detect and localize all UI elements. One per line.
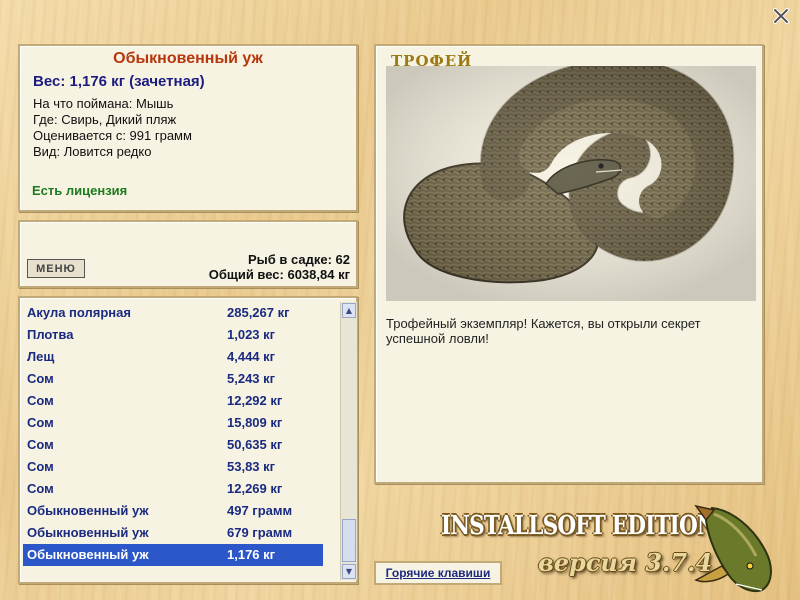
list-item[interactable]: Сом 12,292 кг — [23, 390, 323, 412]
catch-name: Сом — [27, 393, 54, 408]
catch-name: Обыкновенный уж — [27, 547, 149, 562]
catch-weight: 1,176 кг — [227, 547, 276, 562]
hotkeys-button[interactable]: Горячие клавиши — [374, 561, 502, 585]
list-item[interactable]: Сом 5,243 кг — [23, 368, 323, 390]
catch-weight: 53,83 кг — [227, 459, 276, 474]
catch-name: Плотва — [27, 327, 74, 342]
catch-name: Сом — [27, 459, 54, 474]
catch-name: Акула полярная — [27, 305, 131, 320]
keepnet-stats-panel: МЕНЮ Рыб в садке: 62 Общий вес: 6038,84 … — [18, 220, 358, 288]
snake-trophy-image — [386, 66, 756, 301]
list-item[interactable]: Сом 50,635 кг — [23, 434, 323, 456]
list-scrollbar[interactable]: ▲ ▼ — [340, 302, 357, 580]
caught-on-text: На что поймана: Мышь — [33, 96, 174, 111]
catch-weight: 1,023 кг — [227, 327, 276, 342]
list-item[interactable]: Плотва 1,023 кг — [23, 324, 323, 346]
valued-text: Оценивается с: 991 грамм — [33, 128, 192, 143]
list-item[interactable]: Лещ 4,444 кг — [23, 346, 323, 368]
catch-list: Акула полярная 285,267 кг Плотва 1,023 кг Ле… — [18, 296, 358, 584]
trophy-description: Трофейный экземпляр! Кажется, вы открыли… — [386, 316, 701, 346]
catch-weight: 50,635 кг — [227, 437, 283, 452]
scroll-thumb[interactable] — [342, 519, 356, 562]
scroll-up-arrow-icon[interactable]: ▲ — [342, 303, 356, 318]
pike-logo-icon — [694, 504, 772, 592]
list-item[interactable]: Сом 15,809 кг — [23, 412, 323, 434]
edition-logo-text: INSTALLSOFT EDITION — [441, 511, 717, 541]
catch-name: Обыкновенный уж — [27, 503, 149, 518]
fish-info-panel: Обыкновенный уж Вес: 1,176 кг (зачетная)… — [18, 44, 358, 212]
version-text: версия 3.7.4 — [538, 548, 713, 577]
kind-text: Вид: Ловится редко — [33, 144, 152, 159]
list-item[interactable]: Сом 53,83 кг — [23, 456, 323, 478]
fish-count: Рыб в садке: 62 — [247, 252, 350, 267]
catch-weight: 497 грамм — [227, 503, 293, 518]
list-item[interactable]: Акула полярная 285,267 кг — [23, 302, 323, 324]
catch-name: Лещ — [27, 349, 55, 364]
menu-button[interactable]: МЕНЮ — [27, 259, 85, 278]
fish-weight: Вес: 1,176 кг (зачетная) — [33, 73, 205, 90]
catch-weight: 285,267 кг — [227, 305, 290, 320]
total-weight: Общий вес: 6038,84 кг — [208, 267, 350, 282]
location-text: Где: Свирь, Дикий пляж — [33, 112, 177, 127]
catch-weight: 4,444 кг — [227, 349, 276, 364]
trophy-panel: ТРОФЕЙ Трофейный экземпляр! Кажется, вы … — [374, 44, 764, 484]
catch-name: Обыкновенный уж — [27, 525, 149, 540]
list-item[interactable]: Обыкновенный уж 497 грамм — [23, 500, 323, 522]
catch-weight: 679 грамм — [227, 525, 293, 540]
catch-weight: 12,269 кг — [227, 481, 283, 496]
scroll-down-arrow-icon[interactable]: ▼ — [342, 564, 356, 579]
license-status: Есть лицензия — [32, 183, 128, 198]
fish-title: Обыкновенный уж — [113, 50, 263, 67]
catch-weight: 12,292 кг — [227, 393, 283, 408]
close-icon[interactable] — [772, 7, 790, 25]
catch-name: Сом — [27, 437, 54, 452]
catch-weight: 5,243 кг — [227, 371, 276, 386]
list-item[interactable]: Обыкновенный уж 1,176 кг — [23, 544, 323, 566]
hotkeys-label: Горячие клавиши — [385, 566, 491, 580]
catch-name: Сом — [27, 481, 54, 496]
list-item[interactable]: Сом 12,269 кг — [23, 478, 323, 500]
catch-weight: 15,809 кг — [227, 415, 283, 430]
list-item[interactable]: Обыкновенный уж 679 грамм — [23, 522, 323, 544]
catch-name: Сом — [27, 371, 54, 386]
catch-name: Сом — [27, 415, 54, 430]
